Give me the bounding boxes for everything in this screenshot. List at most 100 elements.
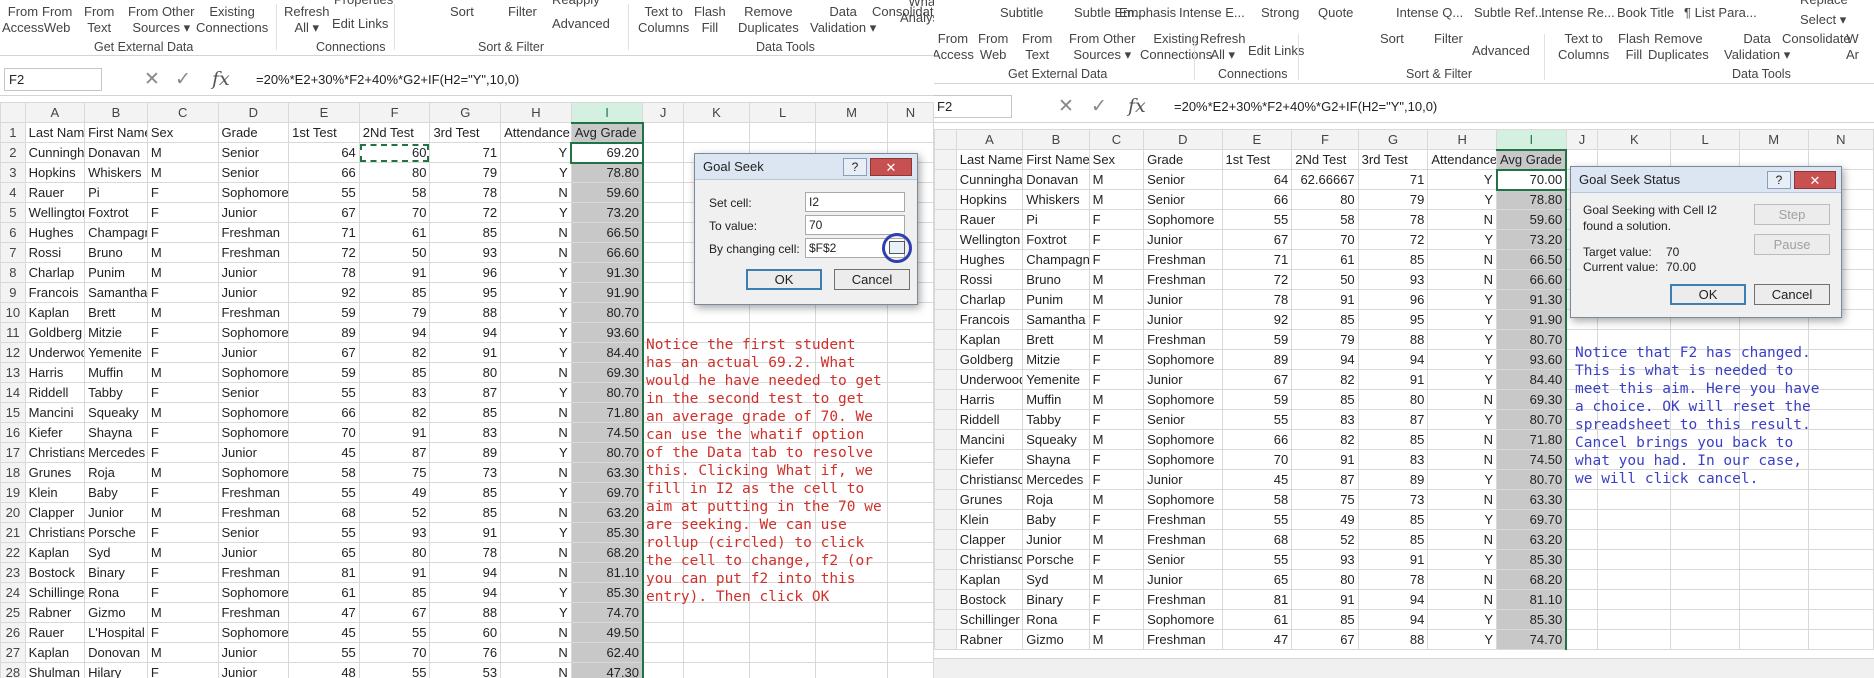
column-header-j[interactable]: J [1565, 129, 1599, 150]
column-header-a[interactable]: A [24, 102, 86, 123]
table-cell[interactable]: 94 [429, 582, 502, 603]
table-cell[interactable]: Rabner [24, 602, 86, 623]
table-cell[interactable]: M [146, 302, 219, 323]
help-icon[interactable]: ? [1767, 171, 1791, 189]
column-header-i[interactable]: I [1496, 129, 1567, 151]
table-cell[interactable]: Y [1427, 509, 1497, 530]
empty-cell[interactable] [1807, 609, 1874, 630]
table-cell[interactable]: 85 [1357, 529, 1429, 550]
table-cell[interactable]: Mancini [24, 402, 86, 423]
help-icon[interactable]: ? [843, 158, 867, 176]
table-cell[interactable]: Junior [1143, 229, 1223, 250]
table-cell[interactable]: Hughes [24, 222, 86, 243]
table-cell[interactable]: 85 [429, 482, 502, 503]
table-cell[interactable]: 58 [288, 462, 360, 483]
column-header-b[interactable]: B [84, 102, 148, 123]
table-cell[interactable]: Mercedes [84, 442, 148, 463]
table-cell[interactable]: Tabby [84, 382, 148, 403]
table-cell[interactable]: 83 [1357, 449, 1429, 470]
table-cell[interactable]: Kaplan [955, 569, 1024, 590]
table-cell[interactable]: Rauer [24, 182, 86, 203]
table-cell[interactable]: 85 [1357, 509, 1429, 530]
row-header[interactable]: 16 [0, 422, 26, 443]
table-cell[interactable]: 78 [288, 262, 360, 283]
table-cell[interactable]: Hughes [955, 249, 1024, 270]
table-cell[interactable]: Hilary [84, 662, 148, 678]
table-cell[interactable]: Foxtrot [1022, 229, 1090, 250]
empty-cell[interactable] [642, 142, 684, 163]
row-header[interactable]: 15 [0, 402, 26, 423]
table-cell[interactable]: Rabner [955, 629, 1024, 650]
table-cell[interactable]: Y [1427, 309, 1497, 330]
empty-cell[interactable] [682, 622, 751, 643]
empty-cell[interactable] [642, 302, 684, 323]
table-cell[interactable]: Grunes [955, 489, 1024, 510]
table-cell[interactable]: 61 [358, 222, 431, 243]
table-cell[interactable]: Foxtrot [84, 202, 148, 223]
column-header-c[interactable]: C [146, 102, 219, 123]
column-title-cell[interactable]: Avg Grade [570, 122, 644, 143]
table-cell[interactable]: 67 [288, 202, 360, 223]
table-cell[interactable]: 65 [1221, 569, 1293, 590]
empty-cell[interactable] [1807, 569, 1874, 590]
table-cell[interactable]: 69.70 [1496, 509, 1568, 530]
table-cell[interactable]: Freshman [1143, 269, 1223, 290]
table-cell[interactable]: 49.50 [570, 622, 644, 643]
row-header[interactable] [934, 189, 957, 210]
empty-cell[interactable] [642, 282, 684, 303]
table-cell[interactable]: Junior [1143, 469, 1223, 490]
table-cell[interactable]: Binary [1022, 589, 1090, 610]
table-cell[interactable]: N [500, 222, 572, 243]
table-cell[interactable]: Wellington [24, 202, 86, 223]
table-cell[interactable]: 85 [1291, 389, 1359, 410]
table-cell[interactable]: 65 [288, 542, 360, 563]
table-cell[interactable]: 66.50 [570, 222, 644, 243]
empty-cell[interactable] [886, 362, 934, 383]
table-cell[interactable]: Hopkins [24, 162, 86, 183]
row-header[interactable]: 18 [0, 462, 26, 483]
table-cell[interactable]: Champagne [84, 222, 148, 243]
table-cell[interactable]: Sophomore [217, 182, 290, 203]
table-cell[interactable]: 88 [429, 302, 502, 323]
column-header-f[interactable]: F [358, 102, 431, 123]
table-cell[interactable]: Whiskers [1022, 189, 1090, 210]
formula-text[interactable]: =20%*E2+30%*F2+40%*G2+IF(H2="Y",10,0) [256, 72, 519, 87]
table-cell[interactable]: N [500, 502, 572, 523]
table-cell[interactable]: 66.60 [570, 242, 644, 263]
column-header-g[interactable]: G [429, 102, 502, 123]
table-cell[interactable]: Y [1427, 349, 1497, 370]
table-cell[interactable]: 81 [288, 562, 360, 583]
table-cell[interactable]: 80 [429, 362, 502, 383]
table-cell[interactable]: Hopkins [955, 189, 1024, 210]
table-cell[interactable]: M [1088, 389, 1145, 410]
table-cell[interactable]: Y [500, 482, 572, 503]
column-title-cell[interactable]: Last Name [24, 122, 86, 143]
table-cell[interactable]: F [1088, 509, 1145, 530]
row-header[interactable] [934, 209, 957, 230]
table-cell[interactable]: N [1427, 209, 1497, 230]
empty-cell[interactable] [642, 182, 684, 203]
table-cell[interactable]: 91 [1291, 589, 1359, 610]
table-cell[interactable]: Y [500, 142, 572, 163]
table-cell[interactable]: 80 [1357, 389, 1429, 410]
table-cell[interactable]: Sophomore [1143, 429, 1223, 450]
table-cell[interactable]: Sophomore [217, 422, 290, 443]
table-cell[interactable]: 68 [288, 502, 360, 523]
name-box[interactable]: F2 [934, 95, 1012, 118]
table-cell[interactable]: M [146, 462, 219, 483]
table-cell[interactable]: 60 [429, 622, 502, 643]
table-cell[interactable]: F [1088, 369, 1145, 390]
table-cell[interactable]: F [1088, 229, 1145, 250]
reapply-button[interactable]: Reapply [552, 0, 600, 8]
column-title-cell[interactable]: Grade [217, 122, 290, 143]
empty-cell[interactable] [886, 322, 934, 343]
table-cell[interactable]: 91 [429, 522, 502, 543]
empty-cell[interactable] [642, 122, 684, 143]
row-header[interactable]: 28 [0, 662, 26, 678]
table-cell[interactable]: 66 [1221, 189, 1293, 210]
table-cell[interactable]: Punim [1022, 289, 1090, 310]
table-cell[interactable]: 48 [288, 662, 360, 678]
name-box[interactable]: F2 [4, 68, 102, 91]
remove-duplicates-button[interactable]: Remove Duplicates [738, 4, 799, 36]
table-cell[interactable]: Y [500, 202, 572, 223]
